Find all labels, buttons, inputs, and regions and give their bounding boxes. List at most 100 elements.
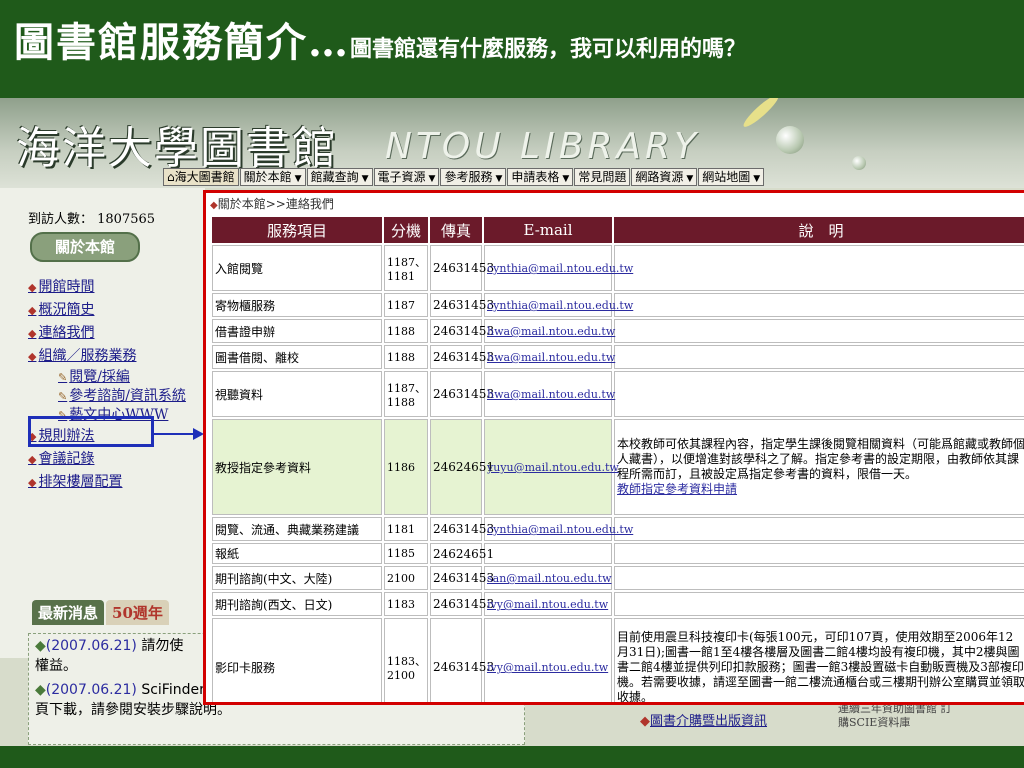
service-name: 借書證申辦: [212, 319, 382, 343]
fax-number: 24631453: [430, 245, 494, 291]
services-table: 服務項目 分機 傳真 E-mail 說 明 入館閱覽 1187、1181 24631…: [210, 215, 1024, 704]
sidebar-item-history[interactable]: ◆ 概況簡史: [28, 299, 186, 322]
email-cell: ivy@mail.ntou.edu.tw: [484, 592, 612, 616]
email-link[interactable]: ivy@mail.ntou.edu.tw: [487, 598, 608, 611]
description-cell: [614, 245, 1024, 291]
email-link[interactable]: cynthia@mail.ntou.edu.tw: [487, 262, 633, 275]
nav-reference[interactable]: 參考服務 ▼: [440, 168, 507, 186]
extension: 1187、1188: [384, 371, 428, 417]
fax-number: 24631453: [430, 618, 494, 702]
diamond-icon: ◆: [35, 638, 46, 654]
table-body: 入館閱覽 1187、1181 24631453 cynthia@mail.ntou.e…: [212, 245, 1024, 704]
description-cell: [614, 566, 1024, 590]
slide-title: 圖書館服務簡介…圖書館還有什麼服務，我可以利用的嗎？: [14, 10, 746, 68]
fax-number: 24631453: [430, 319, 494, 343]
diamond-icon: ◆: [28, 327, 37, 340]
nav-eresources[interactable]: 電子資源 ▼: [373, 168, 440, 186]
table-row: 期刊諮詢(西文、日文) 1183 24631453 ivy@mail.ntou.edu…: [212, 592, 1024, 616]
email-link[interactable]: hwa@mail.ntou.edu.tw: [487, 325, 615, 338]
diamond-icon: ◆: [28, 304, 37, 317]
diamond-icon: ◆: [28, 281, 37, 294]
tab-latest-news[interactable]: 最新消息: [32, 600, 105, 625]
diamond-icon: ◆: [28, 350, 37, 363]
description-cell: [614, 345, 1024, 369]
leaf-icon: ✎: [58, 390, 68, 403]
visitor-counter: 到訪人數： 1807565: [28, 212, 156, 227]
email-link[interactable]: ivy@mail.ntou.edu.tw: [487, 661, 608, 674]
sidebar-item-minutes[interactable]: ◆ 會議記錄: [28, 448, 186, 471]
home-icon: ⌂: [167, 170, 175, 184]
sidebar-subitem-reading[interactable]: ✎ 閱覽/採編: [58, 368, 186, 387]
email-cell: cynthia@mail.ntou.edu.tw: [484, 517, 633, 541]
orb-icon: [776, 126, 804, 154]
extension: 1188: [384, 345, 428, 369]
orb-small-icon: [852, 156, 866, 170]
publish-info-link[interactable]: 圖書介購暨出版資訊: [650, 714, 767, 729]
news-tabs: 最新消息 50週年: [32, 600, 169, 625]
feather-icon: [740, 98, 782, 131]
service-name: 圖書借閱、離校: [212, 345, 382, 369]
header-ext: 分機: [384, 217, 428, 243]
fax-number: 24624651: [430, 543, 494, 564]
diamond-icon: ◆: [640, 714, 650, 729]
email-link[interactable]: san@mail.ntou.edu.tw: [487, 572, 612, 585]
email-link[interactable]: hwa@mail.ntou.edu.tw: [487, 351, 615, 364]
table-row: 寄物櫃服務 1187 24631453 cynthia@mail.ntou.edu.t…: [212, 293, 1024, 317]
caret-down-icon: ▼: [753, 174, 761, 184]
description-cell: [614, 592, 1024, 616]
caret-down-icon: ▼: [495, 174, 503, 184]
extension: 1185: [384, 543, 428, 564]
nav-forms[interactable]: 申請表格 ▼: [507, 168, 574, 186]
library-name-en: NTOU LIBRARY: [385, 126, 701, 167]
email-cell: cynthia@mail.ntou.edu.tw: [484, 245, 633, 291]
extension: 1186: [384, 419, 428, 515]
extension: 1188: [384, 319, 428, 343]
sidebar-item-organization[interactable]: ◆ 組織／服務業務: [28, 345, 186, 368]
caret-down-icon: ▼: [562, 174, 570, 184]
extension: 1181: [384, 517, 428, 541]
email-cell: hwa@mail.ntou.edu.tw: [484, 345, 615, 369]
header-email: E-mail: [484, 217, 612, 243]
nav-catalog[interactable]: 館藏查詢 ▼: [306, 168, 373, 186]
contact-highlight-box: [28, 416, 154, 447]
description-cell: [614, 517, 1024, 541]
table-row: 影印卡服務 1183、2100 24631453 ivy@mail.ntou.edu.…: [212, 618, 1024, 704]
sidebar-subitem-reference[interactable]: ✎ 參考諮詢/資訊系統: [58, 387, 186, 406]
tab-50th-anniversary[interactable]: 50週年: [106, 600, 169, 625]
email-link[interactable]: cynthia@mail.ntou.edu.tw: [487, 523, 633, 536]
fax-number: 24631453: [430, 345, 494, 369]
leaf-icon: ✎: [58, 371, 68, 384]
description-text: 目前使用震旦科技複印卡(每張100元，可印107頁，使用效期至2006年12月3…: [617, 629, 1024, 704]
scie-banner[interactable]: 連續三年資助圖書館 訂購SCIE資料庫: [838, 702, 958, 742]
service-name: 視聽資料: [212, 371, 382, 417]
extension: 1183、2100: [384, 618, 428, 702]
description-cell: 本校教師可依其課程內容，指定學生課後閱覽相關資料（可能爲館藏或教師個人藏書），以…: [614, 419, 1024, 515]
table-row: 圖書借閱、離校 1188 24631453 hwa@mail.ntou.edu.tw: [212, 345, 1024, 369]
service-name: 影印卡服務: [212, 618, 382, 702]
sidebar-item-floor-plan[interactable]: ◆ 排架樓層配置: [28, 471, 186, 494]
email-cell: cynthia@mail.ntou.edu.tw: [484, 293, 633, 317]
diamond-icon: ◆: [28, 453, 37, 466]
extension: 1183: [384, 592, 428, 616]
email-cell: hwa@mail.ntou.edu.tw: [484, 371, 615, 417]
diamond-icon: ◆: [28, 476, 37, 489]
extension: 1187、1181: [384, 245, 428, 291]
sidebar-item-contact[interactable]: ◆ 連絡我們: [28, 322, 186, 345]
service-name: 教授指定參考資料: [212, 419, 382, 515]
reserve-request-link[interactable]: 教師指定參考資料申請: [617, 482, 737, 496]
email-link[interactable]: yuyu@mail.ntou.edu.tw: [487, 461, 619, 474]
sidebar-item-hours[interactable]: ◆ 開館時間: [28, 276, 186, 299]
diamond-icon: ◆: [35, 682, 46, 698]
nav-web-resources[interactable]: 網路資源 ▼: [631, 168, 698, 186]
nav-faq[interactable]: 常見問題: [574, 168, 631, 186]
about-library-button[interactable]: 關於本館: [30, 232, 140, 262]
nav-about[interactable]: 關於本館 ▼: [239, 168, 306, 186]
nav-home[interactable]: ⌂海大圖書館: [163, 168, 239, 186]
contact-panel: ◆關於本館>>連絡我們 服務項目 分機 傳真 E-mail 說 明 入館閱覽 11…: [203, 190, 1024, 705]
email-link[interactable]: hwa@mail.ntou.edu.tw: [487, 388, 615, 401]
extension: 1187: [384, 293, 428, 317]
email-link[interactable]: cynthia@mail.ntou.edu.tw: [487, 299, 633, 312]
header-service: 服務項目: [212, 217, 382, 243]
email-cell: [484, 543, 612, 564]
nav-sitemap[interactable]: 網站地圖 ▼: [698, 168, 765, 186]
